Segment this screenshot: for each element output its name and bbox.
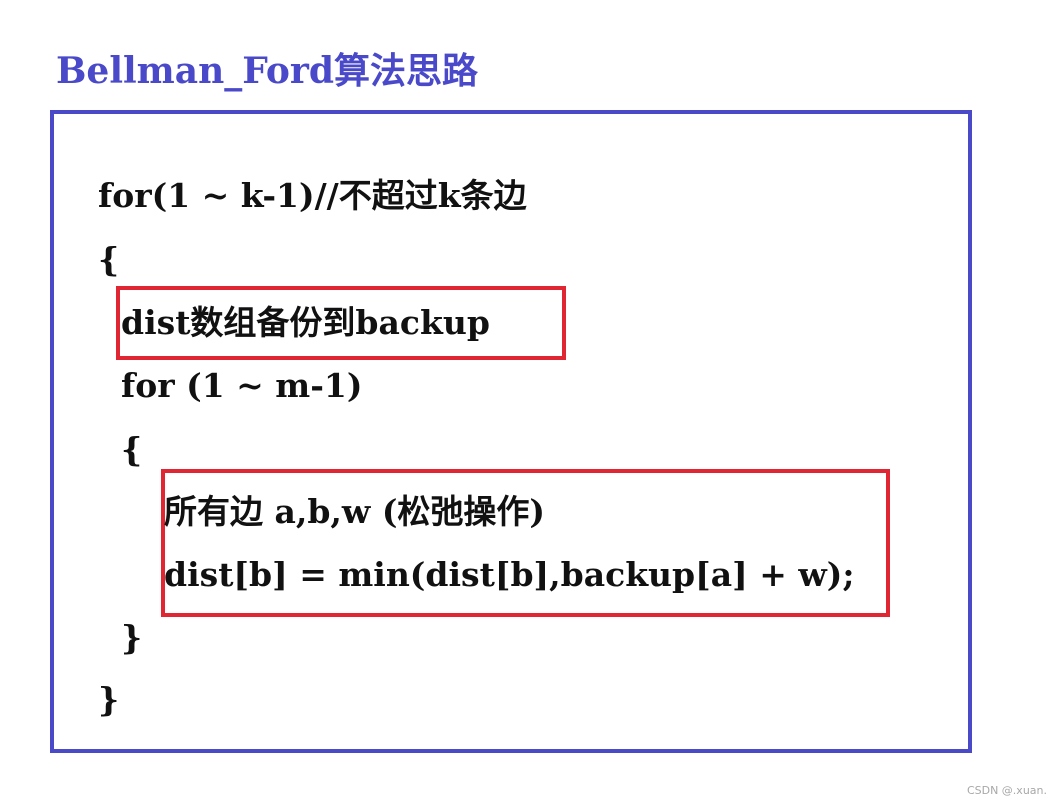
outer-for-line: for(1 ~ k-1)//不超过k条边 — [98, 176, 527, 215]
inner-open-brace: { — [121, 430, 143, 469]
outer-open-brace: { — [98, 240, 120, 279]
inner-for-line: for (1 ~ m-1) — [121, 366, 363, 405]
backup-step-line: dist数组备份到backup — [121, 303, 490, 342]
relax-update-line: dist[b] = min(dist[b],backup[a] + w); — [164, 555, 855, 594]
outer-close-brace: } — [98, 680, 120, 719]
relax-edges-line: 所有边 a,b,w (松弛操作) — [164, 492, 546, 531]
csdn-watermark: CSDN @.xuan. — [966, 784, 1047, 797]
inner-close-brace: } — [121, 618, 143, 657]
slide-title: Bellman_Ford算法思路 — [56, 50, 479, 92]
